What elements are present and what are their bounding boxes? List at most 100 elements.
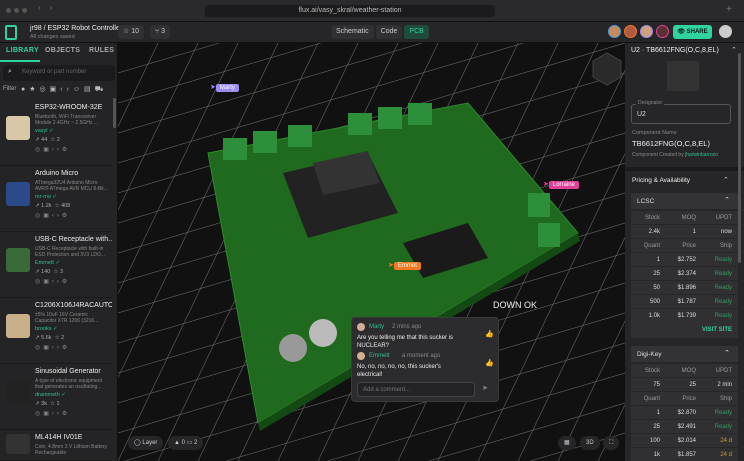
back-icon[interactable]: ‹ bbox=[38, 5, 40, 12]
supplier-header[interactable]: Digi-Key ⌃ bbox=[631, 346, 738, 362]
designator-field[interactable]: Designator U2 bbox=[631, 100, 731, 124]
window-minimize[interactable] bbox=[14, 8, 19, 13]
scrollbar[interactable] bbox=[113, 98, 116, 128]
designator-label: Designator bbox=[636, 100, 665, 106]
library-item[interactable]: ML414H IV01E Coin, 4.8mm 3 V Lithium Bat… bbox=[0, 430, 112, 461]
price-row: 25 $2.491 Ready bbox=[631, 419, 738, 433]
part-stats: ↗ 3k ☆ 1 bbox=[35, 401, 60, 407]
comment-placeholder: Add a comment... bbox=[363, 387, 411, 393]
part-thumbnail bbox=[6, 434, 30, 454]
comment-time: 2 mins ago bbox=[392, 324, 422, 330]
cursor-icon: ➤ bbox=[388, 262, 394, 269]
tab-pcb[interactable]: PCB bbox=[404, 25, 429, 39]
library-item[interactable]: ESP32-WROOM-32E Bluetooth, WiFi Transcei… bbox=[0, 100, 112, 166]
part-description: ATmega32U4 Arduino Micro AVR® ATmega AVR… bbox=[35, 180, 108, 192]
search-icon: ⌕ bbox=[8, 68, 12, 75]
cursor-label: Emmet bbox=[393, 262, 421, 270]
price-row: 100 $2.014 24 d bbox=[631, 433, 738, 447]
view-cube[interactable] bbox=[592, 52, 622, 86]
stock-row: 75 25 2 min bbox=[631, 377, 738, 391]
browser-bar: ‹ › flux.ai/vasy_skral/weather-station + bbox=[0, 0, 744, 22]
tab-objects[interactable]: OBJECTS bbox=[45, 47, 80, 54]
avatar[interactable] bbox=[624, 25, 637, 38]
part-description: USB-C Receptacle with built-in ESD Prote… bbox=[35, 246, 106, 258]
window-close[interactable] bbox=[6, 8, 11, 13]
filter-icons[interactable]: ●★◎▣‹›☺▤⛟ bbox=[21, 85, 107, 94]
part-author[interactable]: brooks ✓ bbox=[35, 326, 58, 332]
star-button[interactable]: ☆ 10 bbox=[118, 25, 145, 39]
layer-button[interactable]: ◯ Layer bbox=[128, 436, 164, 450]
visit-site-link[interactable]: VISIT SITE bbox=[702, 327, 732, 333]
forward-icon[interactable]: › bbox=[50, 5, 52, 12]
flux-logo-icon[interactable] bbox=[5, 25, 17, 40]
part-author[interactable]: drammeth ✓ bbox=[35, 392, 66, 398]
active-tab-indicator bbox=[0, 60, 40, 62]
library-item[interactable]: C1206X106J4RACAUTO ±5% 10uF 16V Ceramic … bbox=[0, 298, 112, 364]
part-author[interactable]: mr-mo ✓ bbox=[35, 194, 57, 200]
project-title[interactable]: jr98 / ESP32 Robot Controller bbox=[30, 25, 122, 32]
window-maximize[interactable] bbox=[22, 8, 27, 13]
part-description: Coin, 4.8mm 3 V Lithium Battery Recharge… bbox=[35, 444, 107, 456]
part-description: ±5% 10uF 16V Ceramic Capacitor X7R 1206 … bbox=[35, 312, 99, 324]
library-item[interactable]: USB-C Receptacle with... USB-C Receptacl… bbox=[0, 232, 112, 298]
pricing-collapse-icon[interactable]: ⌃ bbox=[723, 176, 729, 184]
part-description: A type of electronic equipment that gene… bbox=[35, 378, 102, 390]
user-avatar[interactable] bbox=[719, 25, 732, 38]
part-asset-icons: ◎▣‹›⚙ bbox=[35, 147, 71, 153]
library-item[interactable]: Arduino Micro ATmega32U4 Arduino Micro A… bbox=[0, 166, 112, 232]
part-thumbnail bbox=[6, 116, 30, 140]
part-stats: ↗ 1.2k ☆ 408 bbox=[35, 203, 71, 209]
issues-counter[interactable]: ▲ 0 ▭ 2 bbox=[168, 436, 204, 450]
created-by-label: Component Created by bbox=[632, 152, 684, 158]
chevron-up-icon[interactable]: ⌃ bbox=[724, 196, 730, 204]
send-icon[interactable]: ➤ bbox=[482, 384, 488, 392]
3d-toggle[interactable]: 3D bbox=[580, 436, 600, 450]
part-asset-icons: ◎▣‹›⚙ bbox=[35, 345, 71, 351]
url-bar[interactable]: flux.ai/vasy_skral/weather-station bbox=[205, 5, 495, 17]
collapse-icon[interactable]: ⌃ bbox=[731, 46, 737, 54]
part-thumbnail bbox=[6, 248, 30, 272]
part-author[interactable]: vasyl ✓ bbox=[35, 128, 54, 134]
pricing-heading: Pricing & Availability bbox=[632, 177, 691, 184]
price-row: 1 $2.752 Ready bbox=[631, 252, 738, 266]
grid-toggle-icon[interactable]: ▦ bbox=[558, 436, 576, 450]
new-tab-icon[interactable]: + bbox=[726, 4, 732, 15]
fullscreen-icon[interactable]: ⛶ bbox=[603, 436, 620, 450]
comment-author: Emmett bbox=[369, 353, 390, 359]
save-status: All changes saved bbox=[30, 34, 75, 40]
tab-rules[interactable]: RULES bbox=[89, 47, 114, 54]
comment-input[interactable]: Add a comment... bbox=[357, 382, 475, 397]
library-item[interactable]: Sinusoidal Generator A type of electroni… bbox=[0, 364, 112, 430]
scrollbar[interactable] bbox=[738, 53, 741, 263]
thumbs-up-icon[interactable]: 👍 bbox=[485, 330, 494, 338]
creator-link[interactable]: jharwinbarrozo bbox=[685, 152, 718, 158]
search-input[interactable]: ⌕ Keyword or part number bbox=[3, 65, 115, 81]
collaborator-cursor: ➤ Marty bbox=[210, 83, 239, 92]
tab-code[interactable]: Code bbox=[375, 25, 403, 39]
part-asset-icons: ◎▣‹›⚙ bbox=[35, 213, 71, 219]
avatar[interactable] bbox=[608, 25, 621, 38]
app-header: jr98 / ESP32 Robot Controller All change… bbox=[0, 22, 744, 43]
thumbs-up-icon[interactable]: 👍 bbox=[485, 359, 494, 367]
component-title: U2 · TB6612FNG(O,C,8,EL) bbox=[631, 47, 719, 54]
name-label: Component Name bbox=[632, 130, 677, 136]
chevron-up-icon[interactable]: ⌃ bbox=[724, 349, 730, 357]
tab-schematic[interactable]: Schematic bbox=[331, 25, 374, 39]
comment-text: Are you telling me that this sucker is N… bbox=[357, 335, 454, 349]
stock-header: Stock MOQ UPDT bbox=[631, 210, 738, 224]
component-image bbox=[667, 61, 699, 91]
fork-button[interactable]: ⑂ 3 bbox=[150, 25, 171, 39]
inspector-panel: U2 · TB6612FNG(O,C,8,EL) ⌃ Designator U2… bbox=[625, 43, 744, 461]
cursor-label: Marty bbox=[215, 84, 239, 92]
share-button[interactable]: 👁 SHARE bbox=[673, 25, 712, 39]
part-name: C1206X106J4RACAUTO bbox=[35, 302, 112, 309]
price-row: 50 $1.896 Ready bbox=[631, 280, 738, 294]
part-name: USB-C Receptacle with... bbox=[35, 236, 112, 243]
part-author[interactable]: Emmett ✓ bbox=[35, 260, 60, 266]
supplier-header[interactable]: LCSC ⌃ bbox=[631, 193, 738, 209]
tab-library[interactable]: LIBRARY bbox=[6, 47, 39, 54]
avatar bbox=[357, 352, 365, 360]
comment-author: Marty bbox=[369, 324, 384, 330]
avatar[interactable] bbox=[656, 25, 669, 38]
avatar[interactable] bbox=[640, 25, 653, 38]
